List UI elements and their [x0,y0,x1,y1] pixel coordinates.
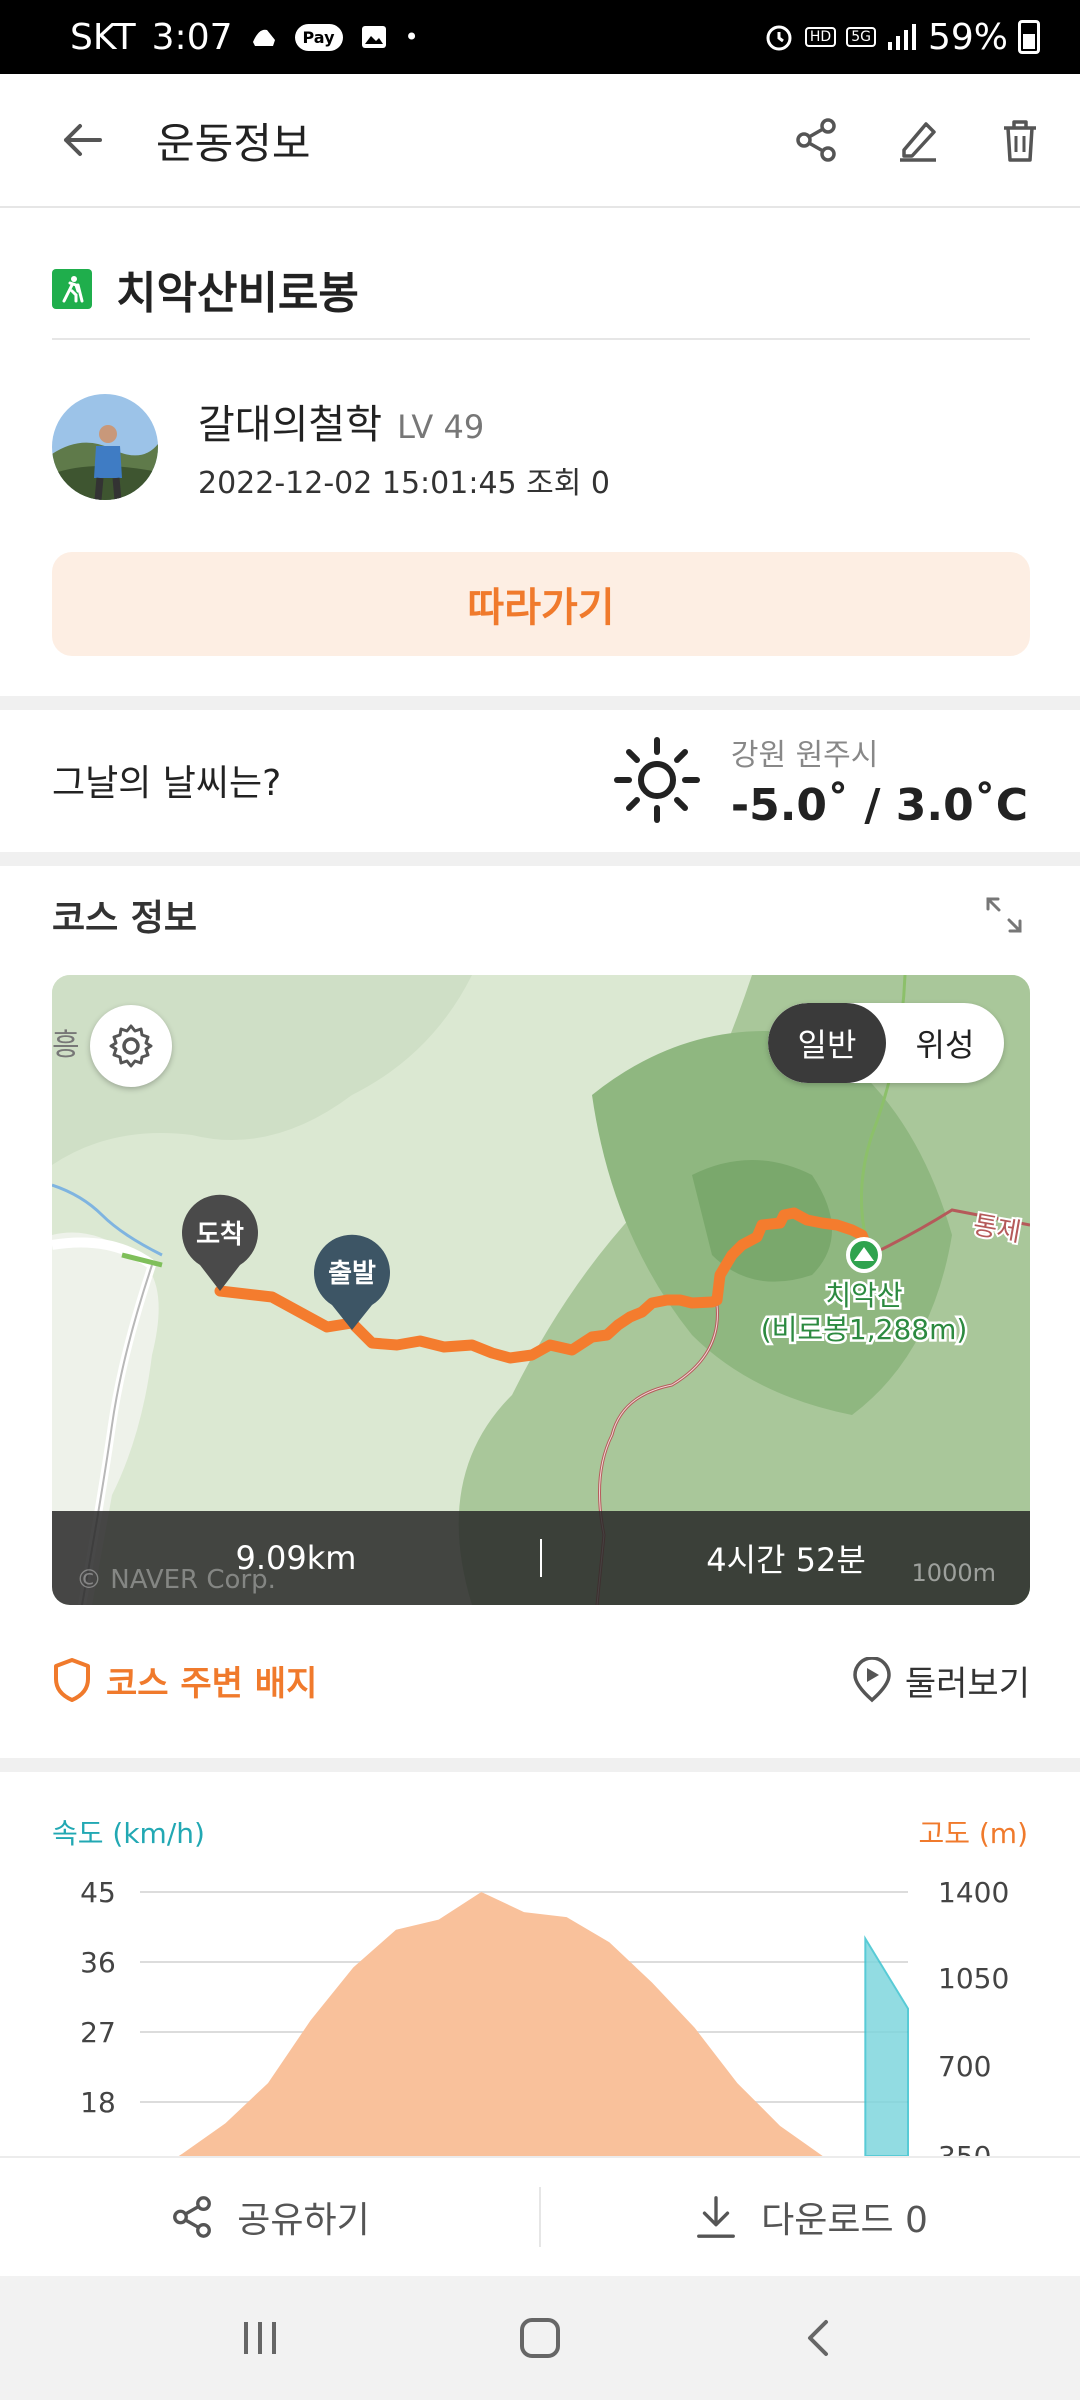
home-icon [520,2318,560,2358]
bottom-action-bar: 공유하기 다운로드 0 [0,2156,1080,2276]
post-datetime: 2022-12-02 15:01:45 [198,466,517,501]
map-type-toggle[interactable]: 일반 위성 [768,1003,1004,1083]
shoe-icon [249,22,279,52]
user-row[interactable]: 갈대의철학 LV 49 2022-12-02 15:01:45 조회 0 [52,392,1030,502]
course-info-header: 코스 정보 [52,880,1030,950]
left-tick-label: 27 [80,2016,116,2049]
speed-altitude-chart: 속도 (km/h) 고도 (m) 45 36 27 18 1400 1050 700 350 [0,1790,1080,2156]
map-type-normal[interactable]: 일반 [768,1003,886,1083]
badge-row: 코스 주변 배지 둘러보기 [52,1640,1030,1720]
weather-section: 그날의 날씨는? 강원 원주시 -5.0˚ / 3.0˚C [0,710,1080,850]
back-nav-button[interactable] [794,2312,846,2364]
left-axis-title: 속도 (km/h) [52,1817,205,1850]
view-count: 조회 0 [526,466,610,501]
right-tick-label: 1400 [938,1876,1009,1909]
recent-apps-button[interactable] [234,2312,286,2364]
download-icon [697,2196,736,2238]
recent-apps-icon [244,2322,276,2354]
signal-icon [886,22,918,52]
gallery-icon [359,22,389,52]
trash-icon [1004,120,1036,162]
share-action-label: 공유하기 [237,2200,370,2241]
peak-name: 치악산 [825,1279,902,1312]
edit-button[interactable] [892,114,944,166]
battery-percent: 59% [927,16,1008,58]
left-tick-label: 18 [80,2086,116,2119]
expand-icon [986,897,1022,933]
divider [0,696,1080,710]
series-area [140,1892,908,2156]
location-play-icon [853,1657,891,1703]
look-around-button[interactable]: 둘러보기 [851,1656,1030,1705]
network-5g-icon: 5G [846,27,876,47]
user-level: LV 49 [397,408,485,446]
start-marker-label: 출발 [328,1259,376,1289]
course-title: 치악산비로봉 [116,268,359,319]
weather-location: 강원 원주시 [730,737,879,773]
user-name: 갈대의철학 [198,402,382,448]
status-bar: SKT 3:07 Pay • HD 5G 59% [0,0,1080,74]
peak-marker [846,1237,882,1273]
shield-icon [54,1658,90,1702]
download-action-label: 다운로드 0 [761,2200,928,2241]
system-nav-bar [0,2276,1080,2400]
course-info-label: 코스 정보 [52,898,198,939]
chevron-left-icon [808,2320,828,2356]
map-scale: 1000m [911,1559,996,1587]
right-tick-label: 700 [938,2050,991,2083]
share-action-button[interactable]: 공유하기 [0,2191,539,2243]
arrive-marker-label: 도착 [196,1220,244,1250]
hd-voice-icon: HD [804,27,837,47]
right-tick-label: 350 [938,2140,991,2156]
sun-icon [613,737,700,823]
notification-dot-icon: • [404,23,419,51]
course-map[interactable]: 도착 출발 치악산 (비로봉1,288m) 통제 흥 일반 위성 9.09km … [52,975,1030,1605]
look-around-label: 둘러보기 [904,1663,1030,1704]
download-action-button[interactable]: 다운로드 0 [541,2191,1080,2243]
place-label: 흥 [52,1028,80,1063]
nearby-badges-link[interactable]: 코스 주변 배지 [106,1656,317,1705]
gear-icon [109,1024,153,1068]
clock: 3:07 [151,16,233,58]
map-type-satellite[interactable]: 위성 [886,1003,1004,1083]
avatar[interactable] [52,394,158,500]
follow-button[interactable]: 따라가기 [52,552,1030,656]
share-button[interactable] [790,114,842,166]
right-axis-title: 고도 (m) [918,1817,1028,1850]
page-title: 운동정보 [156,118,311,168]
peak-subtitle: (비로봉1,288m) [761,1313,968,1346]
right-tick-label: 1050 [938,1962,1009,1995]
course-title-row: 치악산비로봉 [52,240,1030,340]
share-icon [173,2196,212,2238]
left-tick-label: 36 [80,1946,116,1979]
pay-icon: Pay [294,23,343,51]
hiking-icon [52,269,92,309]
battery-icon [1018,20,1040,54]
weather-temperature: -5.0˚ / 3.0˚C [730,779,1028,831]
arrow-left-icon [64,124,102,156]
app-header: 운동정보 [0,74,1080,208]
series-area [864,1935,909,2156]
share-icon [796,118,836,162]
alarm-icon [763,21,795,53]
weather-question: 그날의 날씨는? [52,763,282,804]
back-button[interactable] [56,114,108,166]
delete-button[interactable] [994,114,1046,166]
divider [0,852,1080,866]
pencil-icon [900,122,936,162]
expand-map-button[interactable] [978,889,1030,941]
map-settings-button[interactable] [90,1005,172,1087]
divider [0,1758,1080,1772]
left-tick-label: 45 [80,1876,116,1909]
carrier-label: SKT [70,16,136,58]
map-copyright: © NAVER Corp. [76,1565,276,1595]
home-button[interactable] [514,2312,566,2364]
